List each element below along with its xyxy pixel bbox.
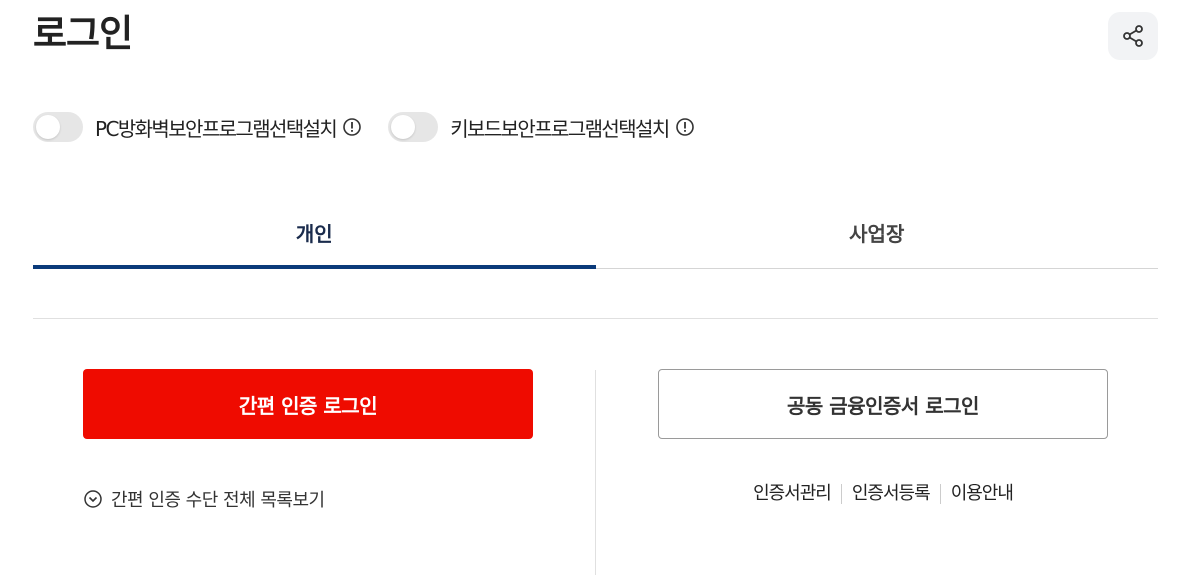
login-tabs: 개인 사업장 (33, 196, 1158, 269)
firewall-toggle-label: PC방화벽보안프로그램선택설치 (95, 116, 338, 141)
show-all-simple-auth-label: 간편 인증 수단 전체 목록보기 (111, 490, 325, 511)
certificate-login-button[interactable]: 공동 금융인증서 로그인 (658, 369, 1108, 439)
share-button[interactable] (1108, 12, 1158, 60)
login-page: 로그인 PC방화벽보안프로그램선택설치 키보드보안프로그램선택설치 개인 사업장… (0, 0, 1193, 575)
tab-personal[interactable]: 개인 (33, 196, 596, 269)
toggle-knob (391, 115, 416, 139)
share-icon (1121, 24, 1145, 48)
keyboard-toggle-group: 키보드보안프로그램선택설치 (388, 112, 694, 142)
page-title: 로그인 (33, 12, 133, 55)
usage-guide-link[interactable]: 이용안내 (941, 482, 1023, 506)
show-all-simple-auth-link[interactable]: 간편 인증 수단 전체 목록보기 (83, 486, 325, 512)
keyboard-toggle[interactable] (388, 112, 439, 142)
section-divider (33, 318, 1158, 319)
cert-register-link[interactable]: 인증서등록 (842, 482, 940, 506)
simple-auth-login-button[interactable]: 간편 인증 로그인 (83, 369, 533, 439)
keyboard-toggle-label: 키보드보안프로그램선택설치 (450, 116, 670, 141)
info-icon[interactable] (675, 117, 695, 137)
toggle-knob (36, 115, 60, 139)
chevron-down-circle-icon (83, 489, 103, 509)
certificate-links: 인증서관리 인증서등록 이용안내 (595, 482, 1171, 506)
security-toggle-row: PC방화벽보안프로그램선택설치 키보드보안프로그램선택설치 (33, 112, 721, 142)
info-icon[interactable] (342, 117, 362, 137)
tab-business[interactable]: 사업장 (596, 196, 1159, 268)
cert-manage-link[interactable]: 인증서관리 (743, 482, 841, 506)
firewall-toggle-group: PC방화벽보안프로그램선택설치 (33, 112, 362, 142)
firewall-toggle[interactable] (33, 112, 83, 142)
column-divider (595, 370, 596, 575)
